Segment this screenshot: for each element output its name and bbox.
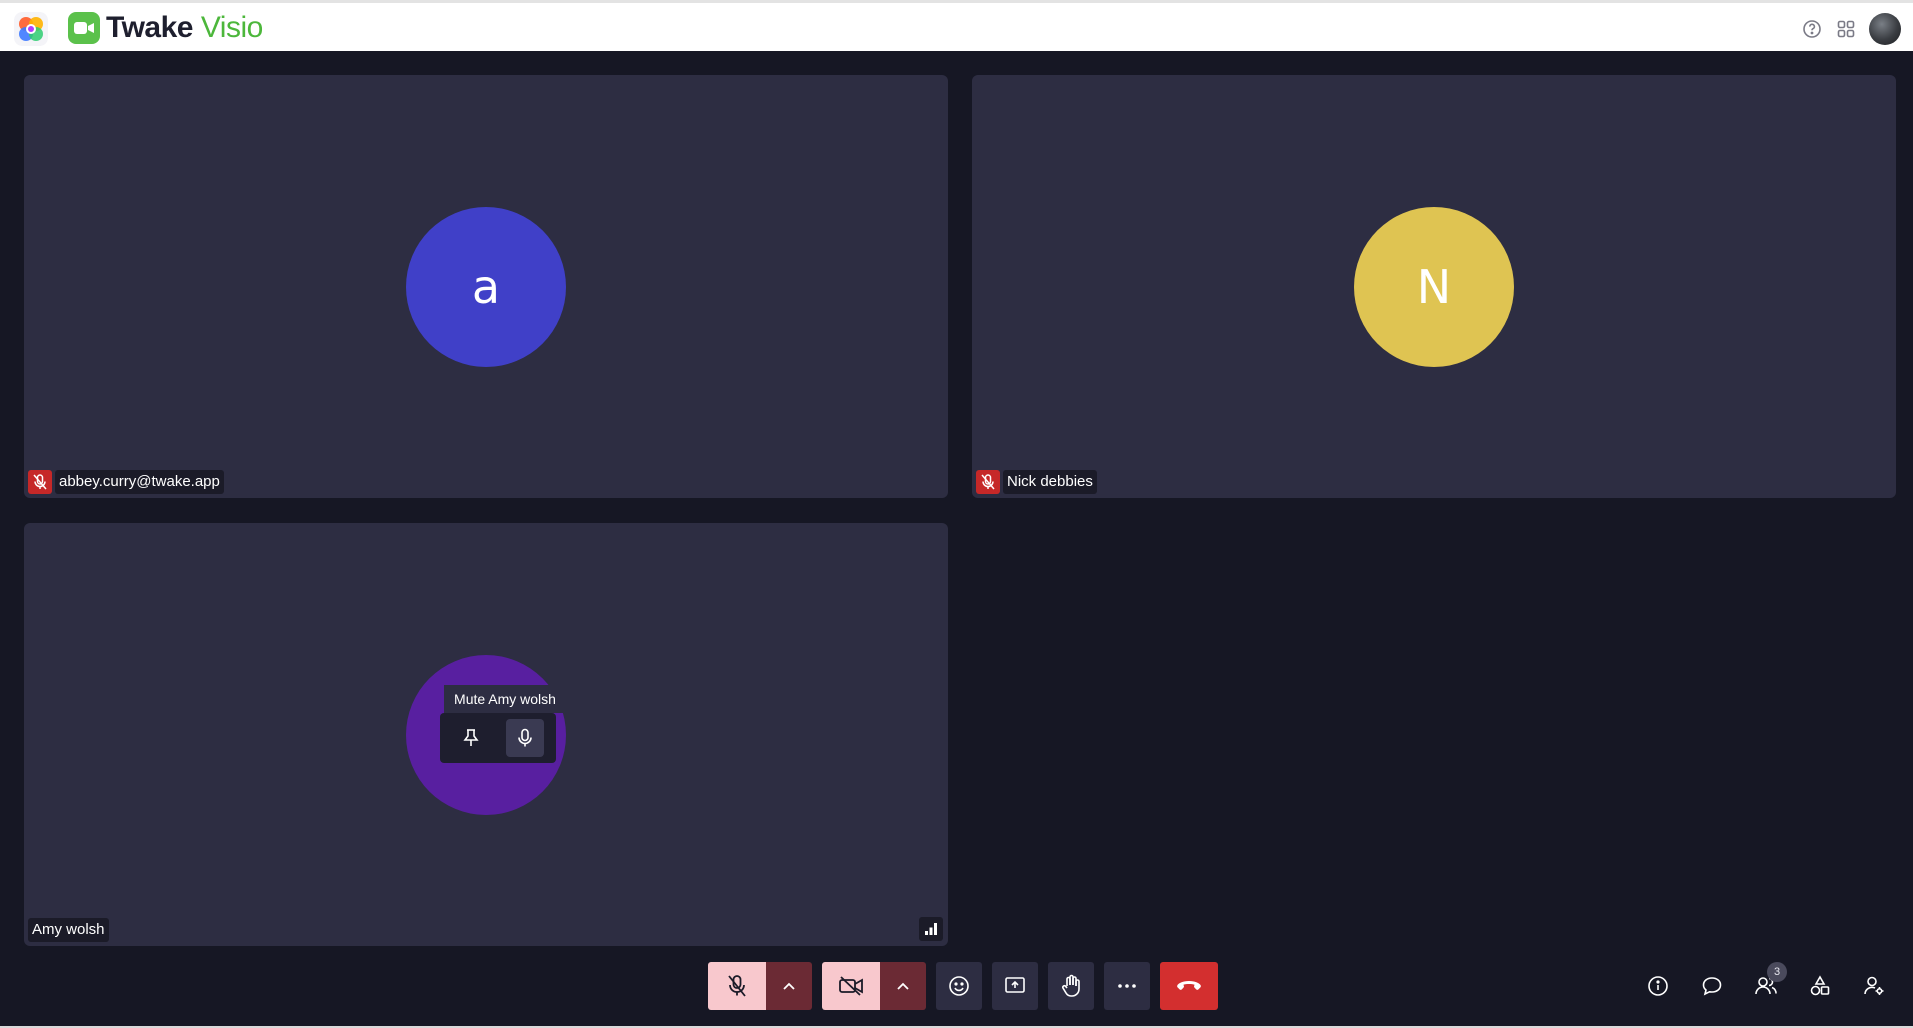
brand-logo[interactable]: Twake Visio [68, 12, 263, 44]
top-header: Twake Visio [0, 0, 1913, 51]
apps-grid-icon[interactable] [1835, 18, 1857, 40]
microphone-off-icon[interactable] [708, 962, 766, 1010]
participant-name-tag: abbey.curry@twake.app [28, 470, 224, 494]
mute-tooltip: Mute Amy wolsh [444, 685, 566, 713]
screen-share-icon[interactable] [992, 962, 1038, 1010]
participant-name-tag: Nick debbies [976, 470, 1097, 494]
participant-name: Amy wolsh [28, 918, 109, 942]
participant-tile-amy[interactable]: A Mute Amy wolsh Amy wolsh [24, 523, 948, 946]
participant-hover-controls [440, 713, 556, 763]
admin-icon[interactable] [1847, 962, 1901, 1010]
microphone-options-chevron-up-icon[interactable] [766, 962, 812, 1010]
chat-icon[interactable] [1685, 962, 1739, 1010]
participants-icon[interactable]: 3 [1739, 962, 1793, 1010]
connection-quality-icon[interactable] [919, 917, 943, 941]
call-toolbar [708, 962, 1218, 1010]
camera-options-chevron-up-icon[interactable] [880, 962, 926, 1010]
header-actions [1801, 13, 1901, 45]
side-panel-toolbar: 3 [1631, 962, 1901, 1010]
user-avatar[interactable] [1869, 13, 1901, 45]
raise-hand-icon[interactable] [1048, 962, 1094, 1010]
participant-count-badge: 3 [1767, 962, 1787, 982]
microphone-icon[interactable] [506, 719, 544, 757]
pin-icon[interactable] [452, 719, 490, 757]
video-camera-icon [68, 12, 100, 44]
participant-name: Nick debbies [1003, 470, 1097, 494]
brand-word-twake: Twake [106, 11, 194, 44]
more-options-icon[interactable] [1104, 962, 1150, 1010]
participant-tile-nick[interactable]: N Nick debbies [972, 75, 1896, 498]
camera-off-icon[interactable] [822, 962, 880, 1010]
participant-tile-abbey[interactable]: a abbey.curry@twake.app [24, 75, 948, 498]
tools-icon[interactable] [1793, 962, 1847, 1010]
hang-up-icon[interactable] [1160, 962, 1218, 1010]
brand-word-visio: Visio [200, 11, 263, 44]
participant-name-tag: Amy wolsh [28, 918, 109, 942]
participant-name: abbey.curry@twake.app [55, 470, 224, 494]
participant-avatar: a [406, 207, 566, 367]
participant-avatar: N [1354, 207, 1514, 367]
microphone-off-icon [28, 470, 52, 494]
microphone-off-icon [976, 470, 1000, 494]
info-icon[interactable] [1631, 962, 1685, 1010]
brand-name: Twake Visio [106, 12, 263, 44]
emoji-icon[interactable] [936, 962, 982, 1010]
help-icon[interactable] [1801, 18, 1823, 40]
app-launcher-logo-icon[interactable] [14, 12, 48, 46]
